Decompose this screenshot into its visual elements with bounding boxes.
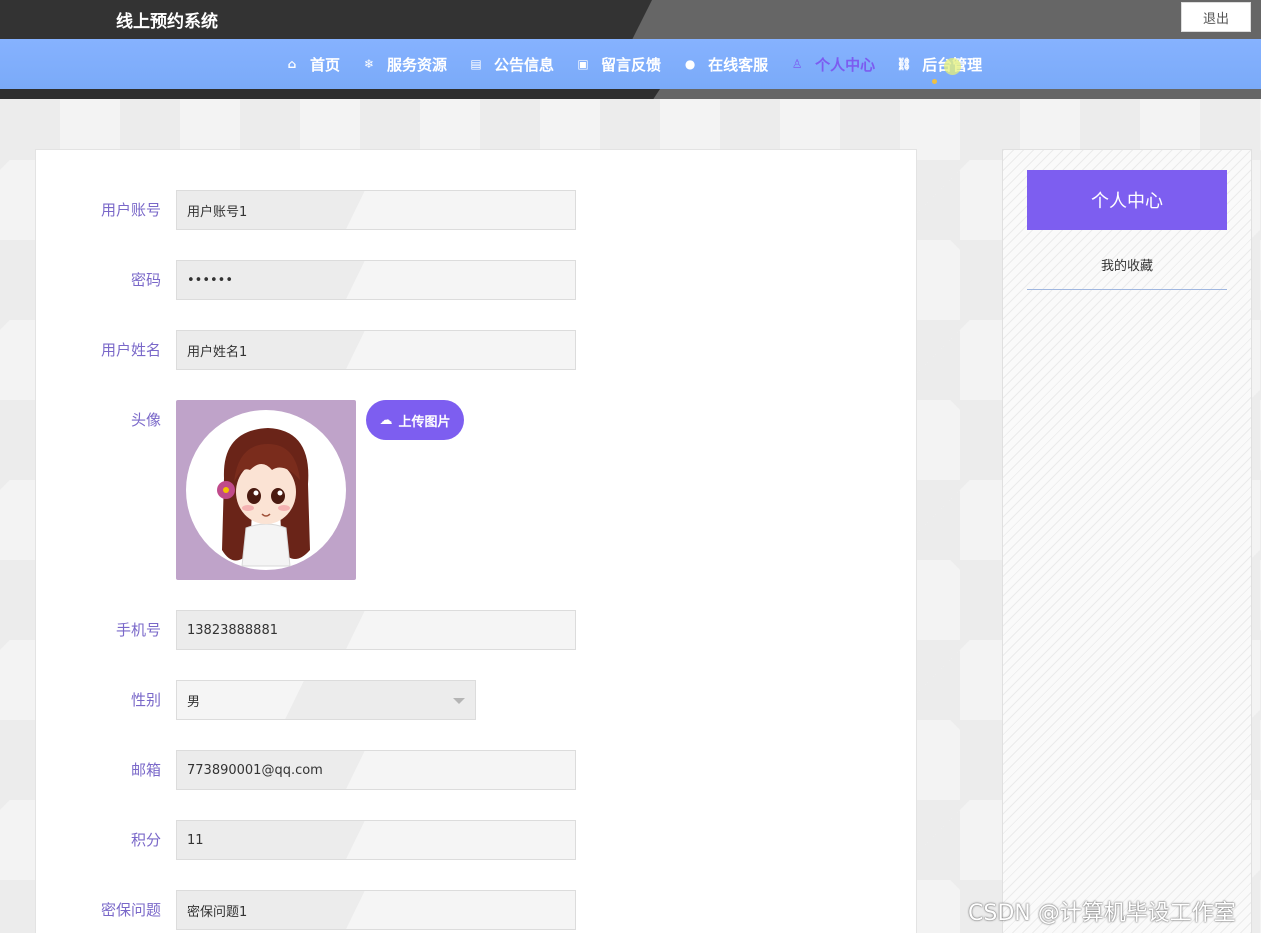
chat-icon: ● xyxy=(684,57,696,71)
watermark: CSDN @计算机毕设工作室 xyxy=(968,901,1236,926)
avatar-label: 头像 xyxy=(130,411,161,429)
security-question-input[interactable]: 密保问题1 xyxy=(176,890,576,930)
password-label: 密码 xyxy=(130,271,161,289)
form-row-avatar: 头像 ☁ 上传图片 xyxy=(36,400,916,580)
nav-item-feedback[interactable]: ▣ 留言反馈 xyxy=(575,54,661,75)
nav-item-customer-service[interactable]: ● 在线客服 xyxy=(682,54,768,75)
email-input[interactable]: 773890001@qq.com xyxy=(176,750,576,790)
avatar-image[interactable] xyxy=(176,400,356,580)
logout-button[interactable]: 退出 xyxy=(1181,2,1251,32)
nav-item-home[interactable]: ⌂ 首页 xyxy=(284,54,340,75)
name-input[interactable]: 用户姓名1 xyxy=(176,330,576,370)
nav-item-announcements[interactable]: ▤ 公告信息 xyxy=(468,54,554,75)
nav-item-label: 首页 xyxy=(310,55,341,74)
top-bar-dark-section xyxy=(0,0,652,39)
nav-item-label: 公告信息 xyxy=(494,55,555,74)
points-label: 积分 xyxy=(130,831,161,849)
nav-item-label: 服务资源 xyxy=(387,55,448,74)
sidebar-item-favorites[interactable]: 我的收藏 xyxy=(1027,240,1227,290)
gender-value: 男 xyxy=(187,694,201,710)
form-row-gender: 性别 男 xyxy=(36,680,916,720)
nav-item-label: 在线客服 xyxy=(708,55,769,74)
cursor-highlight xyxy=(944,58,961,75)
email-label: 邮箱 xyxy=(130,761,161,779)
profile-form-panel: 用户账号 用户账号1 密码 •••••• 用户姓名 用户姓名1 头像 ☁ 上传图… xyxy=(35,149,917,933)
nav-item-label: 个人中心 xyxy=(815,55,876,74)
form-row-phone: 手机号 13823888881 xyxy=(36,610,916,650)
form-row-password: 密码 •••••• xyxy=(36,260,916,300)
form-row-security-question: 密保问题 密保问题1 xyxy=(36,890,916,930)
decorative-dot xyxy=(932,79,937,84)
gift-icon: ▣ xyxy=(577,57,589,71)
home-icon: ⌂ xyxy=(287,57,297,71)
form-row-account: 用户账号 用户账号1 xyxy=(36,190,916,230)
avatar-illustration xyxy=(186,410,346,570)
password-input[interactable]: •••••• xyxy=(176,260,576,300)
nav-bottom-strip-dark xyxy=(0,89,660,99)
sidebar: 个人中心 我的收藏 xyxy=(1002,149,1252,933)
security-question-label: 密保问题 xyxy=(100,901,161,919)
form-row-email: 邮箱 773890001@qq.com xyxy=(36,750,916,790)
clipboard-icon: ▤ xyxy=(470,57,482,71)
upload-image-label: 上传图片 xyxy=(398,414,451,430)
account-input[interactable]: 用户账号1 xyxy=(176,190,576,230)
form-row-points: 积分 11 xyxy=(36,820,916,860)
nav-item-services[interactable]: ❄ 服务资源 xyxy=(361,54,447,75)
chevron-down-icon xyxy=(453,698,465,704)
nav-item-admin[interactable]: ⛓ 后台管理 xyxy=(896,54,982,75)
phone-input[interactable]: 13823888881 xyxy=(176,610,576,650)
nav-bottom-strip xyxy=(0,89,1261,99)
link-icon: ⛓ xyxy=(896,57,912,71)
name-label: 用户姓名 xyxy=(100,341,161,359)
account-label: 用户账号 xyxy=(100,201,161,219)
main-nav: ⌂ 首页 ❄ 服务资源 ▤ 公告信息 ▣ 留言反馈 ● 在线客服 ♙ 个人中心 … xyxy=(284,39,1003,89)
snowflake-icon: ❄ xyxy=(363,57,375,71)
top-bar: 线上预约系统 退出 xyxy=(0,0,1261,39)
phone-label: 手机号 xyxy=(115,621,161,639)
upload-image-button[interactable]: ☁ 上传图片 xyxy=(366,400,464,440)
sidebar-title: 个人中心 xyxy=(1027,170,1227,230)
nav-item-label: 留言反馈 xyxy=(601,55,662,74)
gender-select[interactable]: 男 xyxy=(176,680,476,720)
gender-label: 性别 xyxy=(130,691,161,709)
cloud-upload-icon: ☁ xyxy=(379,412,393,428)
points-input[interactable]: 11 xyxy=(176,820,576,860)
form-row-name: 用户姓名 用户姓名1 xyxy=(36,330,916,370)
user-icon: ♙ xyxy=(791,57,803,71)
site-title: 线上预约系统 xyxy=(116,12,218,32)
nav-item-personal-center[interactable]: ♙ 个人中心 xyxy=(789,54,875,75)
